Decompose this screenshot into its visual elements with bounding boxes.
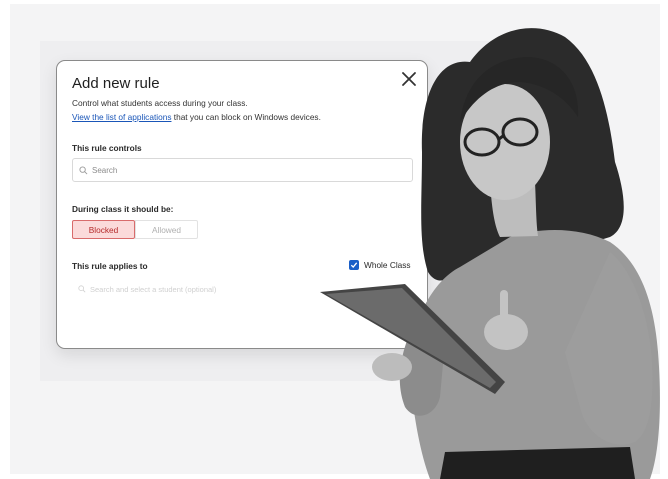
- rule-mode-toggle: Blocked Allowed: [72, 220, 198, 239]
- blocked-option[interactable]: Blocked: [72, 220, 135, 239]
- woman-with-tablet-photo: [320, 28, 660, 479]
- search-icon: [79, 165, 88, 174]
- rule-controls-label: This rule controls: [72, 143, 142, 153]
- dialog-title: Add new rule: [72, 75, 160, 92]
- search-icon: [78, 285, 86, 293]
- applications-info: View the list of applications that you c…: [72, 112, 321, 122]
- allowed-option[interactable]: Allowed: [135, 220, 198, 239]
- applications-info-suffix: that you can block on Windows devices.: [171, 112, 321, 122]
- search-placeholder: Search: [92, 165, 118, 175]
- applies-to-label: This rule applies to: [72, 261, 148, 271]
- applications-list-link[interactable]: View the list of applications: [72, 112, 171, 122]
- dialog-subtitle: Control what students access during your…: [72, 98, 248, 108]
- student-search-placeholder: Search and select a student (optional): [90, 284, 217, 294]
- during-class-label: During class it should be:: [72, 204, 174, 214]
